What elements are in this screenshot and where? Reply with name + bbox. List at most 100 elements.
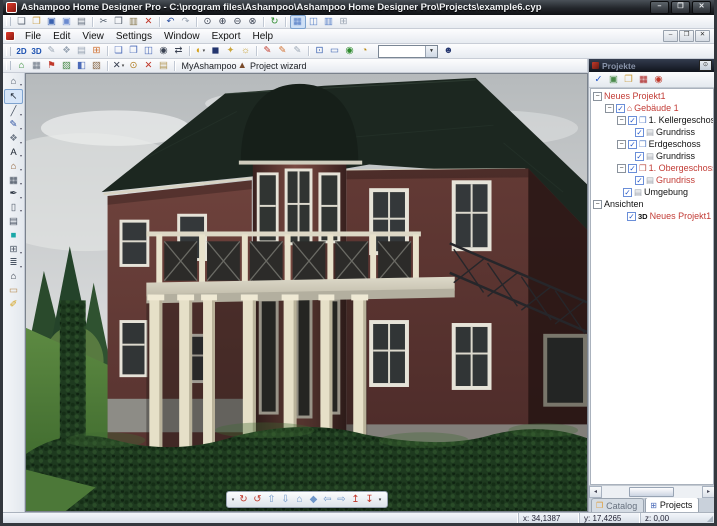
window-side-button[interactable]: ◫ (142, 45, 156, 57)
close-button[interactable]: ✕ (692, 1, 711, 14)
checkbox-checked-icon[interactable]: ✓ (628, 164, 637, 173)
monitor-button[interactable]: ⊡ (313, 45, 327, 57)
menu-edit[interactable]: Edit (47, 30, 76, 43)
apply-check-button[interactable]: ✓ (592, 74, 606, 86)
spline-tool[interactable]: ✒▾ (5, 188, 22, 201)
roof2-tool[interactable]: ⌂ (5, 270, 22, 283)
window-tile-button[interactable]: ❐ (127, 45, 141, 57)
layout-horizontal-button[interactable]: ▥ (322, 16, 336, 28)
open-file-button[interactable]: ❐ (30, 16, 44, 28)
horizontal-scrollbar[interactable]: ◂ ▸ (589, 485, 715, 498)
tree-item[interactable]: ✓▤Grundriss (591, 150, 713, 162)
find-button[interactable]: ⊙ (127, 60, 141, 72)
menu-file[interactable]: File (19, 30, 47, 43)
text-tool[interactable]: A▾ (5, 146, 22, 159)
photo-button[interactable]: ▨ (60, 60, 74, 72)
open-project-button[interactable]: ❐ (622, 74, 636, 86)
eraser-tool[interactable]: ▭ (5, 284, 22, 297)
move-left-button[interactable]: ⇦ (321, 493, 335, 506)
print-button[interactable]: ▤ (75, 16, 89, 28)
walkthrough-button[interactable]: ⇄ (172, 45, 186, 57)
texture-button[interactable]: ▧ (90, 60, 104, 72)
expand-icon[interactable]: − (593, 92, 602, 101)
scrollbar-thumb[interactable] (629, 487, 674, 497)
tree-item[interactable]: −✓❒1. Obergeschoss (591, 162, 713, 174)
copy-button[interactable]: ❒ (112, 16, 126, 28)
view-3d-button[interactable]: 3D (30, 45, 44, 57)
zoom-out-button[interactable]: ⊖ (231, 16, 245, 28)
window-tool[interactable]: ⊞▾ (5, 243, 22, 256)
redo-button[interactable]: ↷ (179, 16, 193, 28)
camera-button[interactable]: ◉ (157, 45, 171, 57)
cut-button[interactable]: ✂ (97, 16, 111, 28)
pen-red-button[interactable]: ✎ (261, 45, 275, 57)
maximize-button[interactable]: ❐ (671, 1, 690, 14)
panel-button[interactable]: ◧ (75, 60, 89, 72)
tools-button[interactable]: ✕▾ (112, 60, 126, 72)
mdi-restore-button[interactable]: ❐ (679, 30, 694, 42)
scroll-right-arrow[interactable]: ▸ (702, 486, 715, 498)
move-down-button[interactable]: ⇩ (279, 493, 293, 506)
zoom-in-button[interactable]: ⊕ (216, 16, 230, 28)
nav-options-right[interactable]: ▾ (377, 493, 384, 506)
tree-item[interactable]: ✓▤Grundriss (591, 174, 713, 186)
3d-viewport[interactable]: ▾↻↺⇧⇩⌂◆⇦⇨↥↧▾ (25, 73, 588, 512)
delete-button[interactable]: ✕ (142, 16, 156, 28)
notes-button[interactable]: ▤ (157, 60, 171, 72)
menu-window[interactable]: Window (158, 30, 206, 43)
scroll-left-arrow[interactable]: ◂ (589, 486, 602, 498)
expand-icon[interactable]: − (593, 200, 602, 209)
select-tool[interactable]: ↖ (4, 89, 23, 104)
view-combobox[interactable]: ▼ (378, 45, 438, 58)
checkbox-checked-icon[interactable]: ✓ (628, 116, 637, 125)
wall-tool[interactable]: ✎▾ (5, 119, 22, 132)
rotate-right-button[interactable]: ↻ (237, 493, 251, 506)
menu-settings[interactable]: Settings (110, 30, 158, 43)
layout-quad-button[interactable]: ⊞ (337, 16, 351, 28)
tree-item[interactable]: −✓❒1. Kellergeschoss (591, 114, 713, 126)
night-view-button[interactable]: ◼ (209, 45, 223, 57)
chevron-down-icon[interactable]: ▼ (425, 46, 437, 57)
remove-button[interactable]: ✕ (142, 60, 156, 72)
menu-view[interactable]: View (76, 30, 110, 43)
expand-icon[interactable]: − (617, 164, 626, 173)
refresh-button[interactable]: ↻ (268, 16, 282, 28)
tree-item[interactable]: −Neues Projekt1 (591, 90, 713, 102)
house-tool[interactable]: ▤ (5, 215, 22, 228)
material-box-button[interactable]: ▦ (637, 74, 651, 86)
pen-gray-button[interactable]: ✎ (291, 45, 305, 57)
checkbox-checked-icon[interactable]: ✓ (627, 212, 636, 221)
save-all-button[interactable]: ▣ (60, 16, 74, 28)
tilt-down-button[interactable]: ↧ (363, 493, 377, 506)
rotate-left-button[interactable]: ↺ (251, 493, 265, 506)
myashampoo-button[interactable]: MyAshampoo (179, 60, 237, 72)
checkbox-checked-icon[interactable]: ✓ (628, 140, 637, 149)
column-tool[interactable]: ▯▾ (5, 201, 22, 214)
sketch-button[interactable]: ✎ (45, 45, 59, 57)
nav-options-left[interactable]: ▾ (230, 493, 237, 506)
stairs-tool[interactable]: ≣▾ (5, 257, 22, 270)
roof-tool[interactable]: ⌂▾ (5, 75, 22, 88)
tab-catalog[interactable]: ❐Catalog (591, 498, 644, 512)
estate-button[interactable]: ⌂ (15, 60, 29, 72)
key-button[interactable]: ✦ (224, 45, 238, 57)
move-up-button[interactable]: ⇧ (265, 493, 279, 506)
tree-item[interactable]: ✓3DNeues Projekt1 : 3D-Ansich (591, 210, 713, 222)
tilt-up-button[interactable]: ↥ (349, 493, 363, 506)
zoom-button[interactable]: ⊙ (201, 16, 215, 28)
pen-orange-button[interactable]: ✎ (276, 45, 290, 57)
light-button[interactable]: ☼ (239, 45, 253, 57)
project-wizard-button[interactable]: ▲Project wizard (238, 60, 307, 72)
globe-button[interactable]: ◉ (343, 45, 357, 57)
tab-projects[interactable]: ⊞Projects (645, 497, 699, 512)
menu-help[interactable]: Help (246, 30, 279, 43)
view-2d-button[interactable]: 2D (15, 45, 29, 57)
checkbox-checked-icon[interactable]: ✓ (623, 188, 632, 197)
panel-menu-button[interactable]: ⊙ (699, 60, 712, 71)
undo-button[interactable]: ↶ (164, 16, 178, 28)
checkbox-checked-icon[interactable]: ✓ (635, 128, 644, 137)
assistant-button[interactable]: ☻ (442, 45, 456, 57)
paste-button[interactable]: ▥ (127, 16, 141, 28)
views-button[interactable]: ▣ (607, 74, 621, 86)
zoom-reset-button[interactable]: ⊗ (246, 16, 260, 28)
